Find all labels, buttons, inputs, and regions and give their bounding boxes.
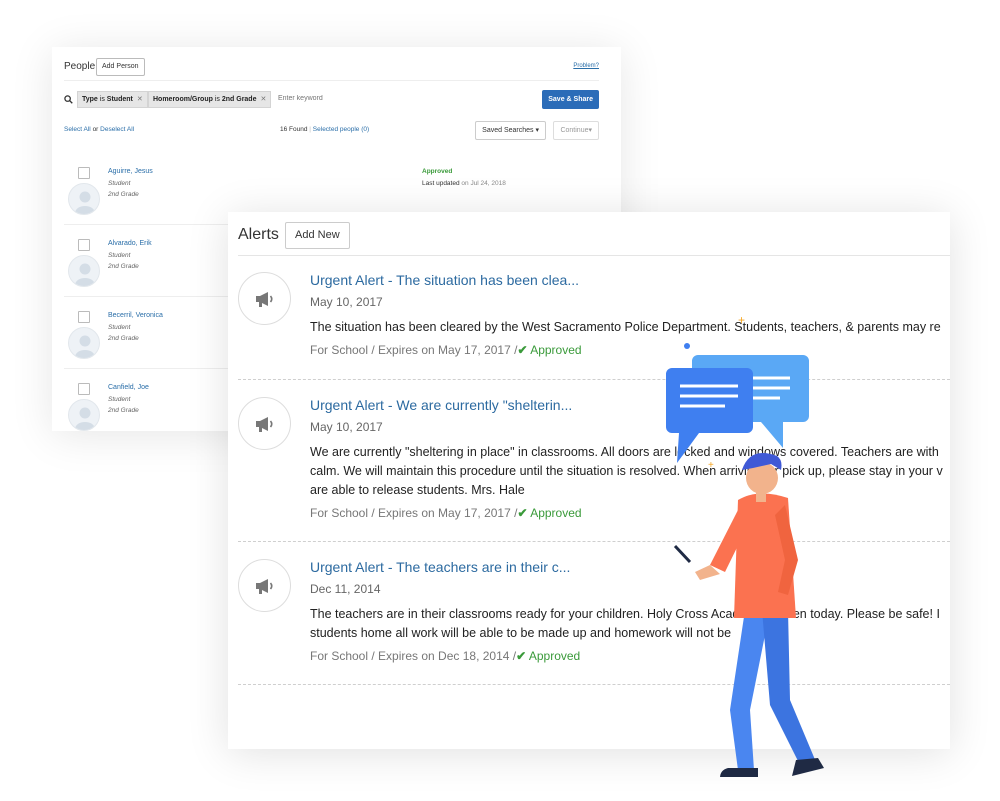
megaphone-icon bbox=[238, 397, 291, 450]
megaphone-icon bbox=[238, 272, 291, 325]
alert-body-line: are able to release students. Mrs. Hale bbox=[310, 483, 525, 497]
alert-meta: For School / Expires on May 17, 2017 /✔ … bbox=[310, 343, 582, 357]
alert-body: We are currently "sheltering in place" i… bbox=[310, 443, 950, 500]
person-role: Student bbox=[108, 252, 131, 259]
alert-body-line: calm. We will maintain this procedure un… bbox=[310, 464, 943, 478]
alert-body: The teachers are in their classrooms rea… bbox=[310, 605, 950, 643]
person-grade: 2nd Grade bbox=[108, 407, 139, 414]
filter-field: Type bbox=[82, 96, 98, 103]
alert-body-line: The situation has been cleared by the We… bbox=[310, 320, 941, 334]
search-icon bbox=[64, 95, 73, 104]
avatar-icon bbox=[68, 255, 100, 287]
alert-meta: For School / Expires on May 17, 2017 /✔ … bbox=[310, 506, 582, 520]
selection-row: Select All or Deselect All 16 Found | Se… bbox=[64, 121, 599, 141]
alert-expiry: For School / Expires on May 17, 2017 / bbox=[310, 343, 518, 357]
saved-searches-dropdown[interactable]: Saved Searches ▾ bbox=[475, 121, 546, 140]
separator: | bbox=[309, 126, 311, 133]
filter-row: Type is Student ✕ Homeroom/Group is 2nd G… bbox=[64, 90, 599, 109]
add-new-button[interactable]: Add New bbox=[285, 222, 350, 249]
person-checkbox[interactable] bbox=[78, 383, 90, 395]
person-grade: 2nd Grade bbox=[108, 191, 139, 198]
svg-text:+: + bbox=[738, 313, 745, 327]
person-grade: 2nd Grade bbox=[108, 263, 139, 270]
checkmark-icon: ✔ bbox=[516, 649, 527, 663]
last-updated: Last updated on Jul 24, 2018 bbox=[422, 180, 506, 187]
continue-dropdown[interactable]: Continue▾ bbox=[553, 121, 599, 140]
alert-meta: For School / Expires on Dec 18, 2014 /✔ … bbox=[310, 649, 580, 663]
or-label: or bbox=[92, 126, 99, 133]
alert-body: The situation has been cleared by the We… bbox=[310, 318, 950, 337]
megaphone-icon bbox=[238, 559, 291, 612]
person-checkbox[interactable] bbox=[78, 239, 90, 251]
alert-title[interactable]: Urgent Alert - We are currently "shelter… bbox=[310, 397, 572, 413]
alert-title[interactable]: Urgent Alert - The situation has been cl… bbox=[310, 272, 579, 288]
checkmark-icon: ✔ bbox=[517, 343, 528, 357]
filter-op: is bbox=[99, 96, 105, 103]
selected-people-link[interactable]: Selected people (0) bbox=[313, 126, 369, 133]
person-role: Student bbox=[108, 396, 131, 403]
add-person-button[interactable]: Add Person bbox=[96, 58, 145, 76]
alert-status: Approved bbox=[530, 343, 582, 357]
select-controls: Select All or Deselect All bbox=[64, 126, 134, 133]
keyword-input[interactable] bbox=[278, 95, 358, 102]
alerts-title: Alerts bbox=[238, 226, 279, 243]
alert-body-line: We are currently "sheltering in place" i… bbox=[310, 445, 939, 459]
alert-body-line: The teachers are in their classrooms rea… bbox=[310, 607, 940, 621]
alert-body-line: students home all work will be able to b… bbox=[310, 626, 732, 640]
filter-chip-type[interactable]: Type is Student ✕ bbox=[77, 91, 148, 108]
alert-expiry: For School / Expires on May 17, 2017 / bbox=[310, 506, 518, 520]
alert-date: May 10, 2017 bbox=[310, 420, 383, 434]
last-updated-date: on Jul 24, 2018 bbox=[461, 180, 506, 187]
divider bbox=[64, 80, 599, 81]
filter-op: is bbox=[214, 96, 220, 103]
people-header: People Add Person Problem? bbox=[64, 58, 599, 78]
chat-bubbles-icon bbox=[666, 355, 809, 463]
people-title: People bbox=[64, 61, 96, 72]
approval-status: Approved bbox=[422, 168, 453, 175]
filter-value: 2nd Grade bbox=[221, 96, 257, 103]
problem-link[interactable]: Problem? bbox=[573, 63, 599, 69]
person-name[interactable]: Becerril, Veronica bbox=[108, 312, 163, 319]
last-updated-label: Last updated bbox=[422, 180, 460, 187]
filter-field: Homeroom/Group bbox=[153, 96, 213, 103]
save-share-button[interactable]: Save & Share bbox=[542, 90, 599, 109]
person-checkbox[interactable] bbox=[78, 311, 90, 323]
filter-chip-homeroom[interactable]: Homeroom/Group is 2nd Grade ✕ bbox=[148, 91, 272, 108]
avatar-icon bbox=[68, 183, 100, 215]
avatar-icon bbox=[68, 399, 100, 431]
alert-date: May 10, 2017 bbox=[310, 295, 383, 309]
person-name[interactable]: Alvarado, Erik bbox=[108, 240, 152, 247]
filter-value: Student bbox=[106, 96, 133, 103]
close-icon[interactable]: ✕ bbox=[137, 96, 143, 103]
person-role: Student bbox=[108, 180, 131, 187]
alert-status: Approved bbox=[530, 506, 582, 520]
results-count: 16 Found | Selected people (0) bbox=[280, 126, 369, 133]
close-icon[interactable]: ✕ bbox=[260, 96, 266, 103]
alert-date: Dec 11, 2014 bbox=[310, 582, 381, 596]
deselect-all-link[interactable]: Deselect All bbox=[100, 126, 134, 133]
alert-expiry: For School / Expires on Dec 18, 2014 / bbox=[310, 649, 517, 663]
alert-title[interactable]: Urgent Alert - The teachers are in their… bbox=[310, 559, 570, 575]
checkmark-icon: ✔ bbox=[517, 506, 528, 520]
person-with-phone-illustration: + + bbox=[666, 313, 824, 780]
person-checkbox[interactable] bbox=[78, 167, 90, 179]
svg-text:+: + bbox=[708, 460, 714, 471]
avatar-icon bbox=[68, 327, 100, 359]
person-grade: 2nd Grade bbox=[108, 335, 139, 342]
found-count: 16 Found bbox=[280, 126, 308, 133]
person-name[interactable]: Canfield, Joe bbox=[108, 384, 149, 391]
select-all-link[interactable]: Select All bbox=[64, 126, 91, 133]
alert-status: Approved bbox=[528, 649, 581, 663]
person-role: Student bbox=[108, 324, 131, 331]
person-name[interactable]: Aguirre, Jesus bbox=[108, 168, 153, 175]
